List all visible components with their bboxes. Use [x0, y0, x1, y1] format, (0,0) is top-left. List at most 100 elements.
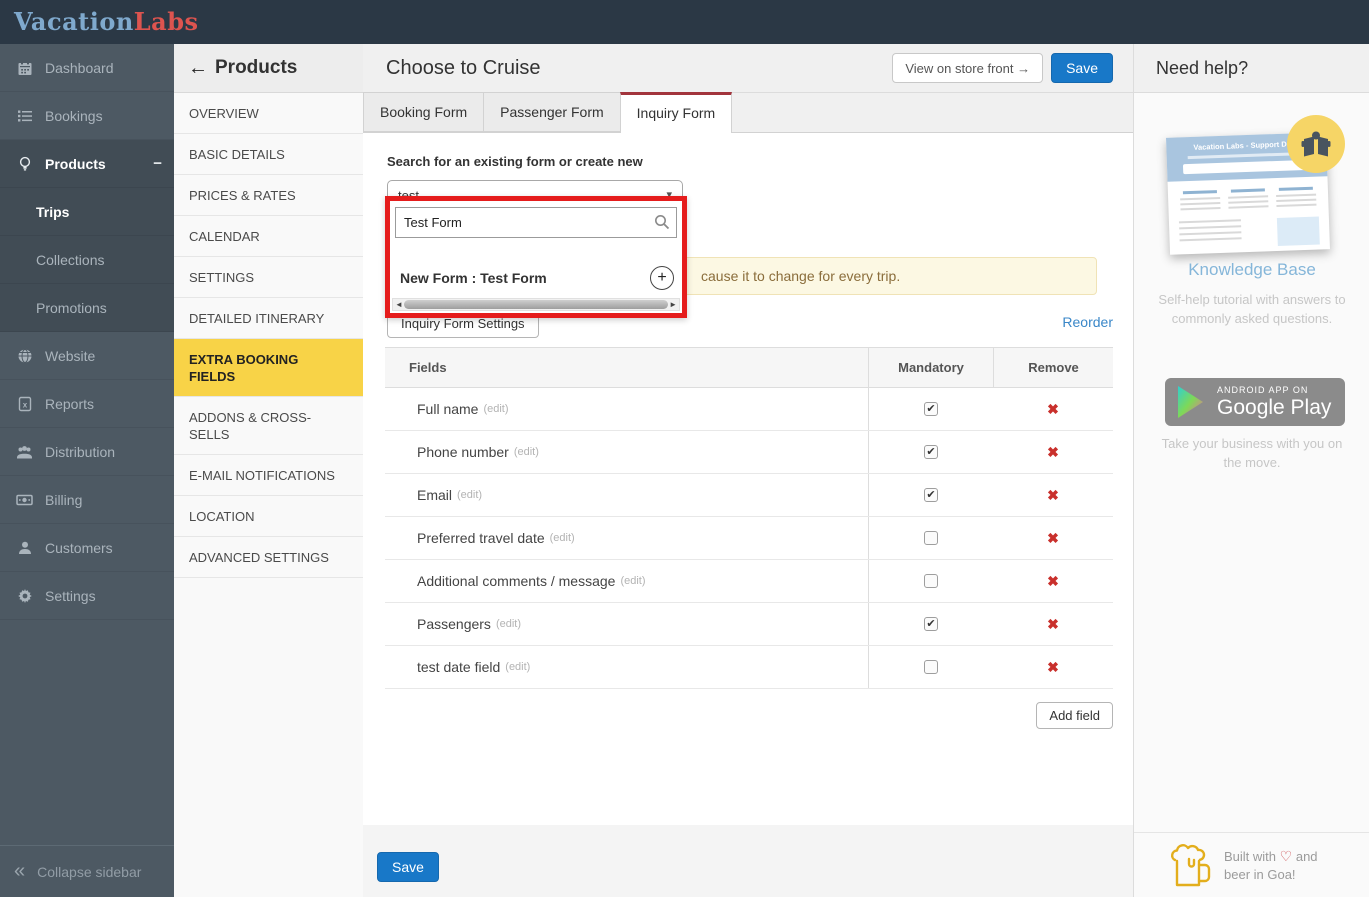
- reorder-link[interactable]: Reorder: [1062, 314, 1113, 330]
- edit-link[interactable]: (edit): [505, 661, 530, 673]
- remove-field-icon[interactable]: ✖: [1047, 444, 1059, 461]
- sidebar-item-reports[interactable]: x Reports: [0, 380, 174, 428]
- scroll-left-icon[interactable]: ◄: [395, 300, 403, 310]
- submenu-item-e-mail-notifications[interactable]: E-MAIL NOTIFICATIONS: [174, 455, 363, 496]
- submenu-item-basic-details[interactable]: BASIC DETAILS: [174, 134, 363, 175]
- main-content: Choose to Cruise View on store front → S…: [363, 44, 1133, 897]
- sidebar-item-settings[interactable]: Settings: [0, 572, 174, 620]
- fields-table-body: Full name(edit)✖Phone number(edit)✖Email…: [385, 388, 1113, 689]
- inquiry-form-panel: Search for an existing form or create ne…: [363, 133, 1133, 825]
- tab-inquiry-form[interactable]: Inquiry Form: [619, 92, 733, 133]
- edit-link[interactable]: (edit): [483, 403, 508, 415]
- table-row: test date field (edit) ✖: [385, 646, 1113, 689]
- edit-link[interactable]: (edit): [620, 575, 645, 587]
- scroll-right-icon[interactable]: ►: [669, 300, 677, 310]
- tab-booking-form[interactable]: Booking Form: [363, 92, 484, 132]
- sidebar-item-label: Trips: [36, 203, 70, 220]
- edit-link[interactable]: (edit): [496, 618, 521, 630]
- globe-icon: [16, 347, 33, 364]
- save-button-bottom[interactable]: Save: [377, 852, 439, 882]
- field-name: Email: [417, 487, 453, 503]
- submenu-item-overview[interactable]: OVERVIEW: [174, 93, 363, 134]
- edit-link[interactable]: (edit): [457, 489, 482, 501]
- table-row: Passengers (edit) ✖: [385, 603, 1113, 646]
- heart-icon: ♡: [1279, 848, 1293, 864]
- built-with-text: Built with ♡ and beer in Goa!: [1224, 848, 1318, 882]
- sidebar-item-label: Distribution: [45, 443, 116, 460]
- remove-field-icon[interactable]: ✖: [1047, 659, 1059, 676]
- vacationlabs-logo[interactable]: VacationLabs: [14, 7, 199, 36]
- sidebar-item-label: Billing: [45, 491, 83, 508]
- column-header-mandatory: Mandatory: [868, 348, 993, 387]
- table-row: Full name (edit) ✖: [385, 388, 1113, 431]
- remove-field-icon[interactable]: ✖: [1047, 530, 1059, 547]
- mandatory-checkbox[interactable]: [924, 574, 938, 588]
- sidebar-item-dashboard[interactable]: Dashboard: [0, 44, 174, 92]
- submenu-item-addons-cross-sells[interactable]: ADDONS & CROSS-SELLS: [174, 397, 363, 455]
- help-sidebar: Need help? Vacation Labs - Support Desk …: [1133, 44, 1369, 897]
- dropdown-search-input[interactable]: [395, 207, 677, 238]
- play-description: Take your business with you on the move.: [1161, 436, 1343, 470]
- submenu-nav: OVERVIEW BASIC DETAILS PRICES & RATES CALEN…: [174, 93, 363, 578]
- table-row: Email (edit) ✖: [385, 474, 1113, 517]
- report-icon: x: [16, 395, 33, 412]
- field-name: Full name: [417, 401, 479, 417]
- field-name: Additional comments / message: [417, 573, 616, 589]
- table-row: Phone number (edit) ✖: [385, 431, 1113, 474]
- column-header-remove: Remove: [993, 348, 1113, 387]
- scrollbar-thumb[interactable]: [404, 300, 668, 309]
- sidebar-item-products[interactable]: Products −: [0, 140, 174, 188]
- gear-icon: [16, 587, 33, 604]
- view-on-storefront-button[interactable]: View on store front →: [892, 53, 1044, 83]
- submenu-item-extra-booking-fields[interactable]: EXTRA BOOKING FIELDS: [174, 339, 363, 397]
- sidebar-item-label: Products: [45, 155, 106, 172]
- mandatory-checkbox[interactable]: [924, 531, 938, 545]
- remove-field-icon[interactable]: ✖: [1047, 401, 1059, 418]
- submenu-item-calendar[interactable]: CALENDAR: [174, 216, 363, 257]
- add-form-button[interactable]: +: [650, 266, 674, 290]
- submenu-item-settings[interactable]: SETTINGS: [174, 257, 363, 298]
- minus-icon[interactable]: −: [153, 155, 162, 172]
- back-arrow-icon[interactable]: ←: [188, 57, 208, 80]
- play-badge-top-text: ANDROID APP ON: [1217, 384, 1309, 395]
- beer-mug-icon: [1171, 844, 1211, 887]
- mandatory-checkbox[interactable]: [924, 402, 938, 416]
- sidebar-item-collections[interactable]: Collections: [0, 236, 174, 284]
- edit-link[interactable]: (edit): [550, 532, 575, 544]
- table-row: Preferred travel date (edit) ✖: [385, 517, 1113, 560]
- mandatory-checkbox[interactable]: [924, 660, 938, 674]
- save-button-top[interactable]: Save: [1051, 53, 1113, 83]
- remove-field-icon[interactable]: ✖: [1047, 487, 1059, 504]
- new-form-result-row[interactable]: New Form : Test Form +: [400, 263, 674, 293]
- submenu-header[interactable]: ← Products: [174, 44, 363, 93]
- sidebar-item-customers[interactable]: Customers: [0, 524, 174, 572]
- edit-link[interactable]: (edit): [514, 446, 539, 458]
- bulb-icon: [16, 155, 33, 172]
- remove-field-icon[interactable]: ✖: [1047, 616, 1059, 633]
- remove-field-icon[interactable]: ✖: [1047, 573, 1059, 590]
- sidebar-item-website[interactable]: Website: [0, 332, 174, 380]
- dropdown-horizontal-scrollbar[interactable]: ◄ ►: [392, 298, 680, 311]
- submenu-item-detailed-itinerary[interactable]: DETAILED ITINERARY: [174, 298, 363, 339]
- mandatory-checkbox[interactable]: [924, 488, 938, 502]
- sidebar-item-bookings[interactable]: Bookings: [0, 92, 174, 140]
- users-icon: [16, 443, 33, 460]
- main-sidebar: Dashboard Bookings Products − Trips Collectio…: [0, 44, 174, 897]
- calendar-icon: [16, 59, 33, 76]
- submenu-item-prices-rates[interactable]: PRICES & RATES: [174, 175, 363, 216]
- sidebar-item-distribution[interactable]: Distribution: [0, 428, 174, 476]
- knowledge-base-link[interactable]: Knowledge Base: [1134, 260, 1369, 280]
- submenu-item-advanced-settings[interactable]: ADVANCED SETTINGS: [174, 537, 363, 578]
- sidebar-item-promotions[interactable]: Promotions: [0, 284, 174, 332]
- billing-icon: [16, 491, 33, 508]
- collapse-sidebar-button[interactable]: « Collapse sidebar: [0, 845, 174, 897]
- submenu-item-location[interactable]: LOCATION: [174, 496, 363, 537]
- sidebar-item-label: Dashboard: [45, 59, 114, 76]
- google-play-badge[interactable]: ANDROID APP ON Google Play: [1165, 378, 1345, 426]
- sidebar-item-billing[interactable]: Billing: [0, 476, 174, 524]
- mandatory-checkbox[interactable]: [924, 617, 938, 631]
- add-field-button[interactable]: Add field: [1036, 702, 1113, 729]
- tab-passenger-form[interactable]: Passenger Form: [483, 92, 620, 132]
- mandatory-checkbox[interactable]: [924, 445, 938, 459]
- sidebar-item-trips[interactable]: Trips: [0, 188, 174, 236]
